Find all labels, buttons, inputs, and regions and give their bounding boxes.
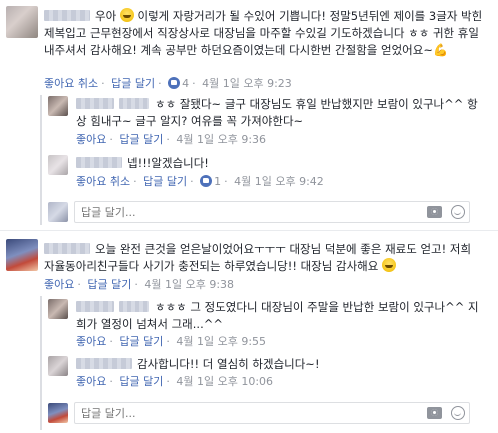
cancel-button[interactable]: 취소 [78, 77, 98, 90]
comment-actions: 좋아요 취소 · 답글 달기 · 4 · 4월 1일 오후 9:23 [44, 77, 292, 90]
reply-thread-line [40, 296, 42, 430]
emoji-icon[interactable] [451, 406, 465, 420]
thread-divider [0, 230, 498, 231]
reply-button[interactable]: 답글 달기 [119, 375, 163, 388]
reply-text: 넵!!!알겠습니다! [127, 156, 209, 170]
reply-actions: 좋아요 · 답글 달기 · 4월 1일 오후 9:36 [76, 133, 267, 146]
reply-button[interactable]: 답글 달기 [119, 335, 163, 348]
comment-text: 오늘 완전 큰것을 얻은날이었어요ㅜㅜㅜ 대장님 덕분에 좋은 재료도 얻고! … [44, 242, 472, 273]
reply-thread-line [40, 95, 42, 225]
reply-actions: 좋아요 · 답글 달기 · 4월 1일 오후 10:06 [76, 375, 274, 388]
camera-icon[interactable] [427, 206, 442, 218]
like-button[interactable]: 좋아요 [44, 77, 74, 90]
avatar[interactable] [48, 96, 68, 116]
reply-input[interactable] [75, 403, 391, 423]
reply-input[interactable] [75, 202, 391, 222]
timestamp[interactable]: 4월 1일 오후 9:38 [144, 278, 234, 291]
avatar[interactable] [6, 6, 38, 38]
comment-thread: 우아 이렇게 자랑거리가 될 수있어 기쁩니다! 정말5년뒤엔 제이를 3글자 … [0, 0, 498, 225]
reply-body: ㅎㅎ 잘됐다~ 글구 대장님도 휴일 반납했지만 보람이 있구나^^ 항상 힘내… [76, 96, 486, 130]
like-button[interactable]: 좋아요 [76, 175, 106, 188]
avatar [48, 403, 68, 423]
comment-actions: 좋아요 · 답글 달기 · 4월 1일 오후 9:38 [44, 278, 235, 291]
comment-body: 우아 이렇게 자랑거리가 될 수있어 기쁩니다! 정말5년뒤엔 제이를 3글자 … [44, 8, 484, 59]
comment-body: 오늘 완전 큰것을 얻은날이었어요ㅜㅜㅜ 대장님 덕분에 좋은 재료도 얻고! … [44, 241, 484, 275]
reply-body: 감사합니다!! 더 열심히 하겠습니다~! [76, 356, 486, 373]
commenter-name[interactable] [44, 10, 90, 21]
timestamp[interactable]: 4월 1일 오후 10:06 [176, 375, 273, 388]
reply-button[interactable]: 답글 달기 [111, 77, 155, 90]
reply-button[interactable]: 답글 달기 [143, 175, 187, 188]
like-button[interactable]: 좋아요 [44, 278, 74, 291]
like-button[interactable]: 좋아요 [76, 375, 106, 388]
camera-icon[interactable] [427, 407, 442, 419]
reply-button[interactable]: 답글 달기 [119, 133, 163, 146]
like-icon[interactable] [200, 175, 213, 187]
like-icon[interactable] [168, 77, 181, 89]
timestamp[interactable]: 4월 1일 오후 9:23 [202, 77, 292, 90]
reply-body: 넵!!!알겠습니다! [76, 155, 486, 172]
emoji-icon[interactable] [451, 205, 465, 219]
reply-input-box[interactable] [74, 201, 470, 223]
avatar[interactable] [48, 356, 68, 376]
commenter-name[interactable] [76, 358, 132, 369]
smile-emoji-icon [119, 8, 134, 22]
commenter-name[interactable] [44, 243, 90, 254]
like-button[interactable]: 좋아요 [76, 133, 106, 146]
like-count[interactable]: 1 [214, 175, 221, 188]
cancel-button[interactable]: 취소 [110, 175, 130, 188]
like-button[interactable]: 좋아요 [76, 335, 106, 348]
reply-body: ㅎㅎㅎ 그 정도였다니 대장님이 주말을 반납한 보람이 있구나^^ 지희가 열… [76, 299, 486, 333]
avatar [48, 202, 68, 222]
avatar[interactable] [6, 239, 38, 271]
reply-actions: 좋아요 취소 · 답글 달기 · 1 · 4월 1일 오후 9:42 [76, 175, 324, 188]
commenter-name[interactable] [76, 301, 114, 312]
avatar[interactable] [48, 299, 68, 319]
reply-input-box[interactable] [74, 402, 470, 424]
timestamp[interactable]: 4월 1일 오후 9:36 [176, 133, 266, 146]
comment-thread: 오늘 완전 큰것을 얻은날이었어요ㅜㅜㅜ 대장님 덕분에 좋은 재료도 얻고! … [0, 233, 498, 433]
smile-emoji-icon [381, 258, 396, 272]
commenter-name[interactable] [76, 157, 122, 168]
avatar[interactable] [48, 155, 68, 175]
timestamp[interactable]: 4월 1일 오후 9:42 [234, 175, 324, 188]
comment-text: 우아 [95, 9, 117, 23]
like-count[interactable]: 4 [182, 77, 189, 90]
muscle-emoji-icon: 💪 [432, 43, 448, 57]
reply-text: 감사합니다!! 더 열심히 하겠습니다~! [137, 357, 320, 371]
reply-button[interactable]: 답글 달기 [87, 278, 131, 291]
commenter-name[interactable] [76, 98, 114, 109]
reply-actions: 좋아요 · 답글 달기 · 4월 1일 오후 9:55 [76, 335, 267, 348]
timestamp[interactable]: 4월 1일 오후 9:55 [176, 335, 266, 348]
